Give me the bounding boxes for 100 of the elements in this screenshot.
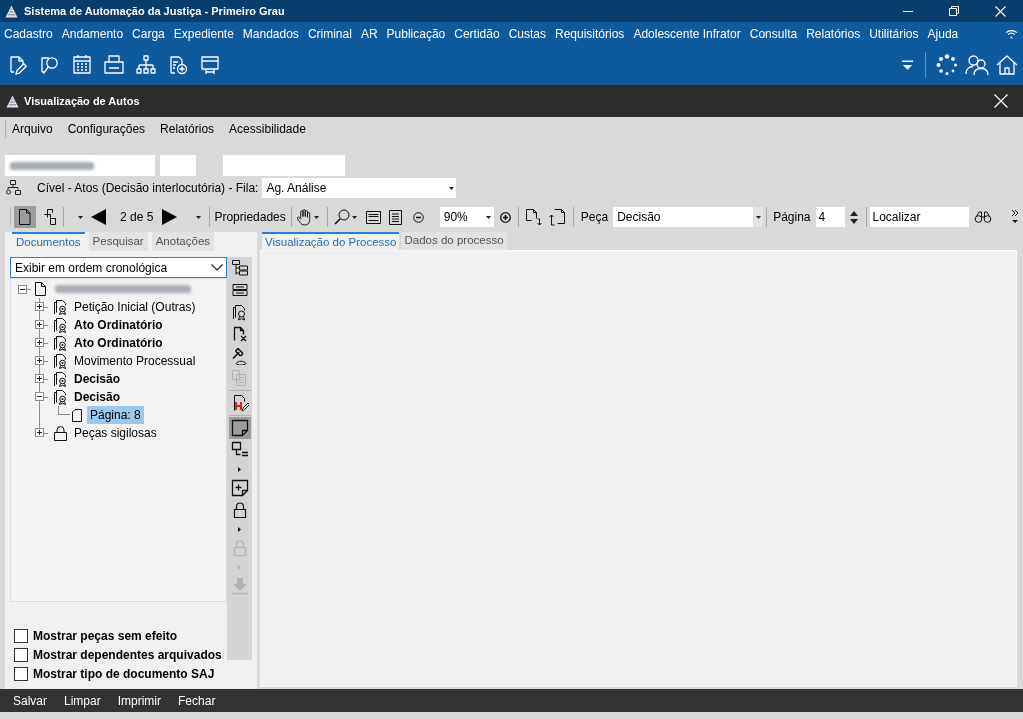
page-field[interactable]: 4 bbox=[815, 207, 845, 227]
tree-view-icon bbox=[230, 259, 249, 277]
down-arrow-icon bbox=[230, 577, 249, 595]
queue-select[interactable]: Ag. Análise bbox=[262, 178, 457, 198]
view-mode-button[interactable] bbox=[14, 206, 36, 228]
rotate-button[interactable] bbox=[547, 207, 567, 227]
note-add-icon bbox=[230, 479, 249, 497]
text-field[interactable] bbox=[5, 155, 155, 176]
chevron-down-icon bbox=[211, 264, 223, 271]
menu-item[interactable]: Utilitários bbox=[869, 24, 919, 43]
checkbox[interactable] bbox=[14, 628, 28, 643]
tree-item[interactable]: Página: 8 bbox=[87, 406, 144, 424]
piece-select[interactable]: Decisão bbox=[613, 207, 764, 227]
properties-button[interactable]: Propriedades bbox=[214, 207, 286, 227]
menu-item[interactable]: Adolescente Infrator bbox=[633, 24, 741, 43]
minus-box-icon[interactable] bbox=[35, 392, 44, 401]
zoom-select[interactable]: 90% bbox=[439, 207, 494, 227]
menu-item[interactable]: Relatórios bbox=[160, 119, 215, 138]
toolbar-button[interactable] bbox=[934, 52, 960, 78]
menu-item[interactable]: AR bbox=[360, 24, 378, 43]
plus-box-icon[interactable] bbox=[35, 356, 44, 365]
close-icon bbox=[994, 94, 1008, 108]
menu-item[interactable]: Custas bbox=[508, 24, 546, 43]
next-button[interactable] bbox=[161, 207, 179, 227]
rotate-button[interactable] bbox=[524, 207, 544, 227]
footer-button[interactable]: Imprimir bbox=[117, 691, 162, 710]
tab[interactable]: Pesquisar bbox=[88, 232, 148, 251]
previous-button[interactable] bbox=[90, 207, 107, 227]
certificate-icon bbox=[53, 299, 67, 315]
caret-icon bbox=[238, 466, 241, 472]
footer-button[interactable]: Limpar bbox=[64, 691, 101, 710]
tab[interactable]: Visualização do Processo bbox=[262, 232, 400, 250]
page-position: 2 de 5 bbox=[120, 209, 154, 226]
footer-button[interactable]: Fechar bbox=[178, 691, 216, 710]
certificate-icon bbox=[53, 371, 67, 387]
down-arrow-icon bbox=[849, 218, 858, 224]
menu-item[interactable]: Publicação bbox=[386, 24, 446, 43]
menu-item[interactable]: Certidão bbox=[454, 24, 500, 43]
tree-item[interactable]: Decisão bbox=[71, 388, 124, 406]
menu-item[interactable]: Consulta bbox=[749, 24, 798, 43]
minimize-icon bbox=[903, 10, 913, 12]
plus-box-icon[interactable] bbox=[35, 302, 44, 311]
tab[interactable]: Dados do processo bbox=[401, 232, 507, 250]
tree-item[interactable]: Petição Inicial (Outras) bbox=[71, 298, 199, 316]
menu-item[interactable]: Carga bbox=[132, 24, 165, 43]
menu-item[interactable]: Relatórios bbox=[806, 24, 861, 43]
checkbox-label[interactable]: Mostrar tipo de documento SAJ bbox=[33, 664, 215, 683]
menu-item[interactable]: Criminal bbox=[307, 24, 352, 43]
caret-icon bbox=[351, 215, 357, 219]
tree-item[interactable]: Movimento Processual bbox=[71, 352, 199, 370]
plus-box-icon[interactable] bbox=[35, 320, 44, 329]
menu-item[interactable]: Requisitórios bbox=[555, 24, 625, 43]
tree-item[interactable]: Ato Ordinatório bbox=[71, 334, 166, 352]
page-label: Página bbox=[773, 209, 811, 226]
tree-item[interactable]: Ato Ordinatório bbox=[71, 316, 166, 334]
text-field[interactable] bbox=[223, 155, 345, 176]
home-icon bbox=[996, 54, 1018, 76]
caret-icon bbox=[238, 526, 241, 532]
tab[interactable]: Anotações bbox=[151, 232, 215, 251]
list-icon bbox=[230, 281, 249, 299]
menu-item[interactable]: Acessibilidade bbox=[229, 119, 306, 138]
board-icon bbox=[199, 54, 221, 76]
caret-icon bbox=[448, 186, 454, 190]
tree-item[interactable]: Peças sigilosas bbox=[71, 424, 160, 442]
printer-icon bbox=[103, 54, 125, 76]
fit-page-button[interactable] bbox=[388, 207, 403, 227]
zoom-in-icon bbox=[499, 211, 511, 223]
menu-item[interactable]: Andamento bbox=[61, 24, 124, 43]
tree-item[interactable]: Decisão bbox=[71, 370, 124, 388]
menu-item[interactable]: Arquivo bbox=[12, 119, 53, 138]
page-add-icon bbox=[167, 54, 189, 76]
menu-item[interactable]: Configurações bbox=[67, 119, 146, 138]
checkbox[interactable] bbox=[14, 647, 28, 662]
caret-icon bbox=[238, 564, 241, 570]
checkbox[interactable] bbox=[14, 666, 28, 681]
plus-box-icon[interactable] bbox=[35, 428, 44, 437]
text-field[interactable] bbox=[160, 155, 196, 176]
hand-tool-button[interactable] bbox=[296, 206, 321, 228]
hand-icon bbox=[296, 208, 312, 226]
checkbox-label[interactable]: Mostrar dependentes arquivados bbox=[33, 645, 222, 664]
plus-box-icon[interactable] bbox=[35, 374, 44, 383]
menu-item[interactable]: Cadastro bbox=[4, 24, 53, 43]
wifi-icon bbox=[1005, 28, 1018, 39]
toolbar-button[interactable] bbox=[964, 52, 990, 78]
workflow-label: Cível - Atos (Decisão interlocutória) - Fila: bbox=[37, 180, 259, 197]
page-search-icon bbox=[39, 54, 61, 76]
plus-box-icon[interactable] bbox=[35, 338, 44, 347]
node-list-icon bbox=[230, 441, 249, 459]
order-select[interactable]: Exibir em ordem cronológica bbox=[10, 257, 227, 278]
menu-item[interactable]: Mandados bbox=[242, 24, 299, 43]
menu-item[interactable]: Ajuda bbox=[927, 24, 959, 43]
fit-width-icon bbox=[365, 210, 381, 224]
tool-button[interactable] bbox=[228, 417, 251, 439]
checkbox-label[interactable]: Mostrar peças sem efeito bbox=[33, 626, 178, 645]
minus-box-icon[interactable] bbox=[18, 284, 27, 294]
footer-button[interactable]: Salvar bbox=[13, 691, 47, 710]
search-field[interactable]: Localizar bbox=[869, 207, 969, 227]
page-icon bbox=[72, 408, 82, 422]
binoculars-icon bbox=[973, 211, 992, 223]
menu-item[interactable]: Expediente bbox=[173, 24, 234, 43]
